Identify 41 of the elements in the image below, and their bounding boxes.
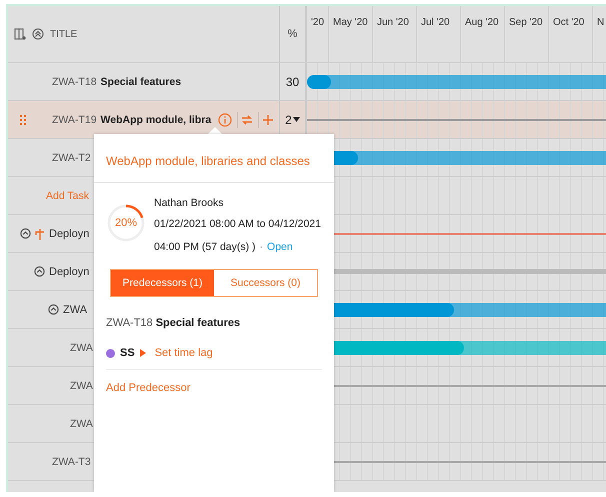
play-icon[interactable] <box>140 349 146 357</box>
popup-title: WebApp module, libraries and classes <box>94 134 334 183</box>
month-header: Aug '20 <box>465 17 499 28</box>
task-title[interactable]: WebApp module, libra <box>100 114 212 126</box>
month-header: Jul '20 <box>421 17 450 28</box>
collapse-icon[interactable] <box>20 228 31 239</box>
group-title[interactable]: Deployn <box>49 266 90 278</box>
percent-column-header[interactable]: % <box>288 28 298 40</box>
task-bar[interactable] <box>307 74 606 88</box>
task-id: ZWA-T2 <box>52 152 91 164</box>
task-id: ZWA-T19 <box>52 114 97 126</box>
month-header: Oct '20 <box>553 17 584 28</box>
collapse-icon[interactable] <box>48 304 59 315</box>
title-column-header[interactable]: TITLE <box>50 28 78 40</box>
date-range: 01/22/2021 08:00 AM to 04/12/2021 04:00 PM (57 day(s) ) · Open <box>154 217 322 255</box>
group-title[interactable]: ZWA <box>63 304 88 316</box>
month-header: '20 <box>311 17 324 28</box>
dependency-type: SS <box>120 347 135 359</box>
caret-icon[interactable] <box>292 117 300 122</box>
task-id: ZWA-T18 <box>52 76 97 88</box>
month-header: May '20 <box>333 17 368 28</box>
task-id: ZWA <box>70 380 93 392</box>
owner-name: Nathan Brooks <box>154 197 224 209</box>
columns-icon[interactable] <box>14 28 26 40</box>
month-header: Sep '20 <box>509 17 543 28</box>
progress-ring <box>106 203 146 243</box>
percent-value[interactable]: 2 <box>285 112 292 126</box>
task-id: ZWA-T3 <box>52 456 91 468</box>
drag-handle-icon[interactable] <box>20 115 26 125</box>
progress-percent: 20% <box>114 217 138 229</box>
predecessor-task: ZWA-T18 Special features <box>105 316 242 329</box>
task-id: ZWA <box>70 418 93 430</box>
task-title[interactable]: Special features <box>100 76 182 88</box>
month-header: Jun '20 <box>377 17 409 28</box>
percent-value[interactable]: 30 <box>286 74 300 88</box>
month-header: N <box>597 17 604 28</box>
task-id: ZWA <box>70 342 93 354</box>
collapse-icon[interactable] <box>34 266 45 277</box>
collapse-all-icon[interactable] <box>32 28 44 40</box>
branch-icon <box>35 228 45 240</box>
milestone-title[interactable]: Deployn <box>49 228 90 240</box>
